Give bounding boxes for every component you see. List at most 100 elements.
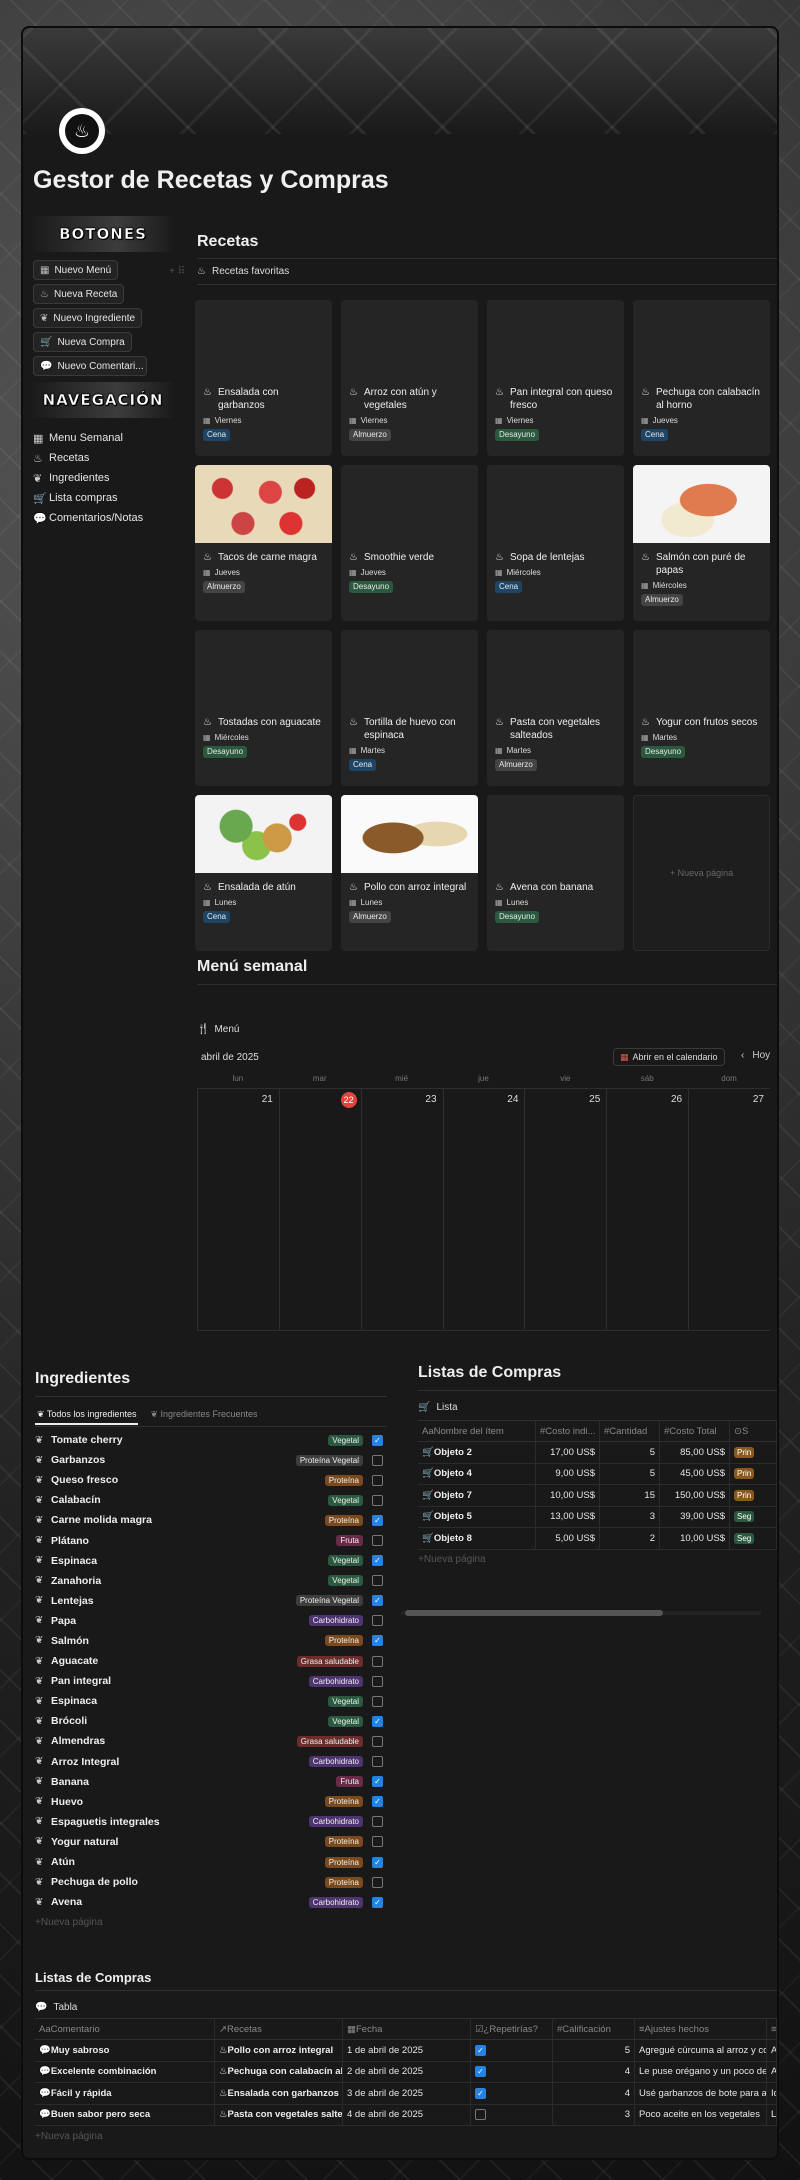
cell-unit[interactable]: 5,00 US$ [536,1528,600,1549]
cell-qty[interactable]: 5 [600,1463,660,1484]
frequent-checkbox[interactable] [372,1454,383,1466]
sidebar-button[interactable]: 💬 Nuevo Comentari... [33,356,147,376]
ingredient-row[interactable]: ❦ Espinaca Vegetal [35,1691,387,1711]
cell-qty[interactable]: 5 [600,1442,660,1463]
comment-cell[interactable]: 💬 Buen sabor pero seca [35,2104,215,2125]
recipe-card[interactable]: ♨ Tacos de carne magra ▦ Jueves Almuerzo [195,465,332,621]
adjust-cell[interactable]: Le puse orégano y un poco de l [635,2061,767,2082]
cell-qty[interactable]: 3 [600,1506,660,1527]
column-header[interactable]: Aa Nombre del ítem [418,1421,536,1441]
repeat-cell[interactable] [471,2104,553,2125]
cell-total[interactable]: 45,00 US$ [660,1463,730,1484]
ingredient-row[interactable]: ❦ Pechuga de pollo Proteína [35,1872,387,1892]
ingredient-row[interactable]: ❦ Yogur natural Proteína [35,1832,387,1852]
table-row[interactable]: 💬 Fácil y rápida ♨ Ensalada con garbanzos… [35,2083,777,2105]
recipe-card[interactable]: ♨ Ensalada de atún ▦ Lunes Cena [195,795,332,951]
frequent-checkbox[interactable]: ✓ [372,1896,383,1908]
frequent-checkbox[interactable] [372,1675,383,1687]
recipe-card[interactable]: ♨ Avena con banana ▦ Lunes Desayuno [487,795,624,951]
repeat-cell[interactable]: ✓ [471,2040,553,2061]
tab-ingredientes-0[interactable]: ❦ Todos los ingredientes [35,1406,139,1425]
comment-cell[interactable]: 💬 Fácil y rápida [35,2083,215,2104]
recipe-card[interactable]: ♨ Pechuga con calabacín al horno ▦ Jueves Ce… [633,300,770,456]
recipe-link-cell[interactable]: ♨ Pasta con vegetales salteac [215,2104,343,2125]
frequent-checkbox[interactable] [372,1575,383,1587]
item-name-cell[interactable]: 🛒 Objeto 7 [418,1485,536,1506]
recipe-card[interactable]: ♨ Yogur con frutos secos ▦ Martes Desayuno [633,630,770,786]
table-row[interactable]: 💬 Excelente combinación ♨ Pechuga con cal… [35,2061,777,2083]
nav-item[interactable]: ♨ Recetas [33,448,173,468]
gallery-view-tab[interactable]: ♨ Recetas favoritas [197,266,289,277]
adjust-cell[interactable]: Agregué cúrcuma al arroz y cor [635,2040,767,2061]
rating-cell[interactable]: 4 [553,2061,635,2082]
column-header[interactable]: ≡ [767,2019,777,2039]
ingredient-row[interactable]: ❦ Lentejas Proteína Vegetal ✓ [35,1591,387,1611]
status-cell[interactable]: Prin [730,1442,777,1463]
rating-cell[interactable]: 4 [553,2083,635,2104]
column-header[interactable]: Aa Comentario [35,2019,215,2039]
frequent-checkbox[interactable]: ✓ [372,1796,383,1808]
cell-unit[interactable]: 17,00 US$ [536,1442,600,1463]
repeat-checkbox[interactable]: ✓ [475,2087,486,2099]
sidebar-button[interactable]: ❦ Nuevo Ingrediente [33,308,143,328]
frequent-checkbox[interactable] [372,1494,383,1506]
table-row[interactable]: 💬 Muy sabroso ♨ Pollo con arroz integral 1… [35,2040,777,2062]
cell-total[interactable]: 150,00 US$ [660,1485,730,1506]
frequent-checkbox[interactable]: ✓ [372,1514,383,1526]
ingredient-row[interactable]: ❦ Espinaca Vegetal ✓ [35,1551,387,1571]
ingredient-row[interactable]: ❦ Carne molida magra Proteína ✓ [35,1510,387,1530]
frequent-checkbox[interactable]: ✓ [372,1776,383,1788]
item-name-cell[interactable]: 🛒 Objeto 2 [418,1442,536,1463]
cell-unit[interactable]: 10,00 US$ [536,1485,600,1506]
cell-total[interactable]: 39,00 US$ [660,1506,730,1527]
frequent-checkbox[interactable]: ✓ [372,1715,383,1727]
frequent-checkbox[interactable] [372,1756,383,1768]
table-row[interactable]: 🛒 Objeto 5 13,00 US$ 3 39,00 US$ Seg [418,1506,777,1528]
open-calendar-button[interactable]: ▦ Abrir en el calendario [613,1048,725,1066]
recipe-card[interactable]: ♨ Pasta con vegetales salteados ▦ Martes Alm… [487,630,624,786]
new-page-button[interactable]: + Nueva página [35,1912,387,1932]
ingredient-row[interactable]: ❦ Zanahoria Vegetal [35,1571,387,1591]
ingredient-row[interactable]: ❦ Banana Fruta ✓ [35,1772,387,1792]
repeat-checkbox[interactable]: ✓ [475,2066,486,2078]
table-row[interactable]: 🛒 Objeto 2 17,00 US$ 5 85,00 US$ Prin [418,1442,777,1464]
frequent-checkbox[interactable] [372,1695,383,1707]
tab-ingredientes-1[interactable]: ❦ Ingredientes Frecuentes [148,1406,259,1425]
table-row[interactable]: 💬 Buen sabor pero seca ♨ Pasta con vegeta… [35,2104,777,2126]
nav-item[interactable]: ▦ Menu Semanal [33,428,173,448]
chevron-left-icon[interactable]: ‹ [741,1050,744,1061]
frequent-checkbox[interactable] [372,1816,383,1828]
calendar-day-cell[interactable]: 26 [606,1089,689,1331]
column-header[interactable]: ⊙ S [730,1421,777,1441]
date-cell[interactable]: 1 de abril de 2025 [343,2040,471,2061]
column-header[interactable]: # Costo indi... [536,1421,600,1441]
sidebar-button[interactable]: ♨ Nueva Receta [33,284,125,304]
cell-total[interactable]: 85,00 US$ [660,1442,730,1463]
column-header[interactable]: # Cantidad [600,1421,660,1441]
ingredient-row[interactable]: ❦ Almendras Grasa saludable [35,1731,387,1751]
ingredient-row[interactable]: ❦ Salmón Proteína ✓ [35,1631,387,1651]
ingredient-row[interactable]: ❦ Aguacate Grasa saludable [35,1651,387,1671]
calendar-view-tab[interactable]: 🍴 Menú [197,1024,239,1035]
calendar-day-cell[interactable]: 21 [197,1089,279,1331]
item-name-cell[interactable]: 🛒 Objeto 4 [418,1463,536,1484]
column-header[interactable]: # Costo Total [660,1421,730,1441]
table-row[interactable]: 🛒 Objeto 7 10,00 US$ 15 150,00 US$ Prin [418,1485,777,1507]
cell-qty[interactable]: 15 [600,1485,660,1506]
ingredient-row[interactable]: ❦ Tomate cherry Vegetal ✓ [35,1430,387,1450]
calendar-day-cell[interactable]: 27 [688,1089,770,1331]
adjust-cell[interactable]: Poco aceite en los vegetales [635,2104,767,2125]
recipe-card[interactable]: ♨ Arroz con atún y vegetales ▦ Viernes Almue… [341,300,478,456]
recipe-link-cell[interactable]: ♨ Ensalada con garbanzos [215,2083,343,2104]
ingredient-row[interactable]: ❦ Pan integral Carbohidrato [35,1671,387,1691]
new-page-button[interactable]: + Nueva página [418,1550,777,1570]
ingredient-row[interactable]: ❦ Queso fresco Proteína [35,1470,387,1490]
today-button[interactable]: Hoy [752,1050,770,1061]
calendar-day-cell[interactable]: 24 [442,1089,525,1331]
ingredient-row[interactable]: ❦ Garbanzos Proteína Vegetal [35,1450,387,1470]
new-page-card[interactable]: + Nueva página [633,795,770,951]
extra-cell[interactable]: Ac [767,2061,777,2082]
frequent-checkbox[interactable]: ✓ [372,1595,383,1607]
frequent-checkbox[interactable]: ✓ [372,1555,383,1567]
nav-item[interactable]: 🛒 Lista compras [33,488,173,508]
